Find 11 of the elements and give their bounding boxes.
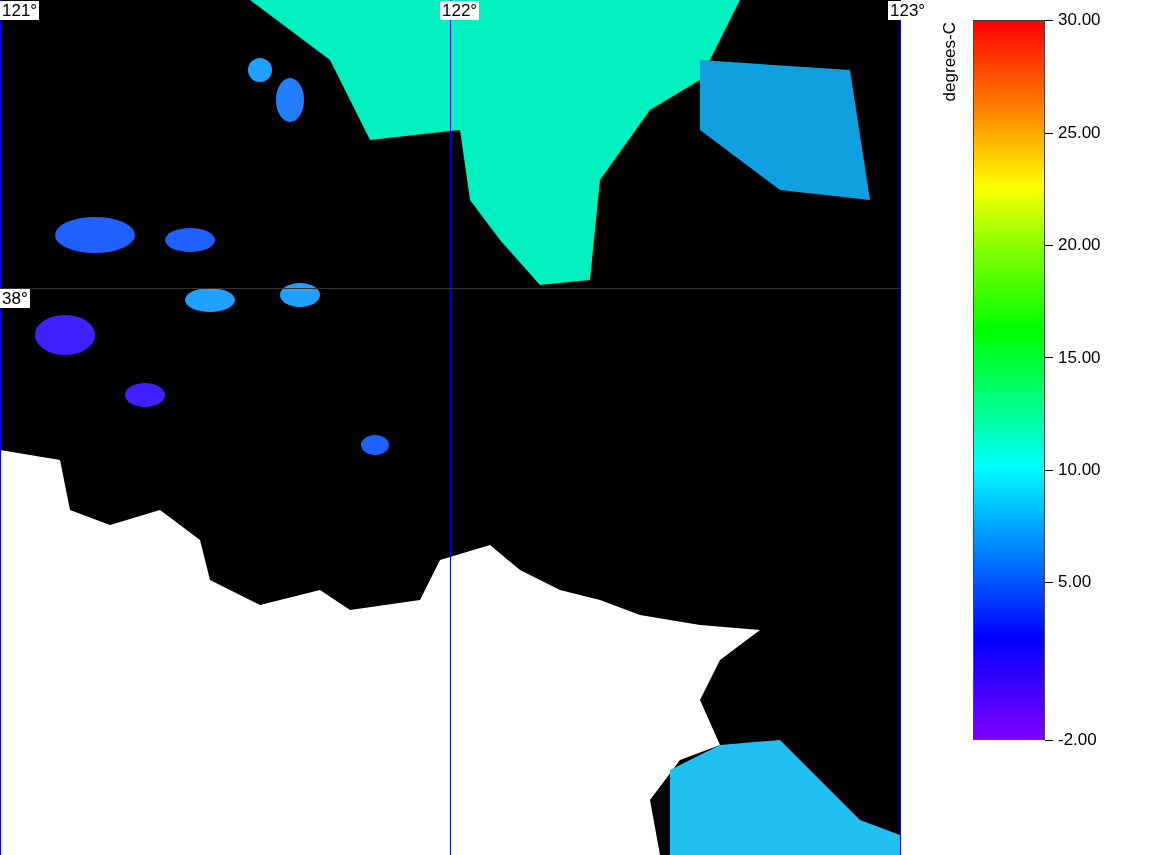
longitude-label: 121°	[0, 1, 40, 20]
latitude-label: 38°	[0, 289, 30, 308]
colorbar-title: degrees-C	[940, 22, 960, 102]
scale-tick-label: -2.00	[1058, 730, 1097, 750]
scale-tick-label: 20.00	[1058, 235, 1101, 256]
scale-tick-label: 10.00	[1058, 460, 1101, 480]
scale-tick-label: 15.00	[1058, 347, 1101, 368]
scale-tick-label: 30.00	[1058, 10, 1101, 30]
scale-tick-label: 5.00	[1058, 572, 1092, 593]
longitude-label: 122°	[440, 1, 480, 20]
scale-tick-label: 25.00	[1058, 123, 1101, 144]
